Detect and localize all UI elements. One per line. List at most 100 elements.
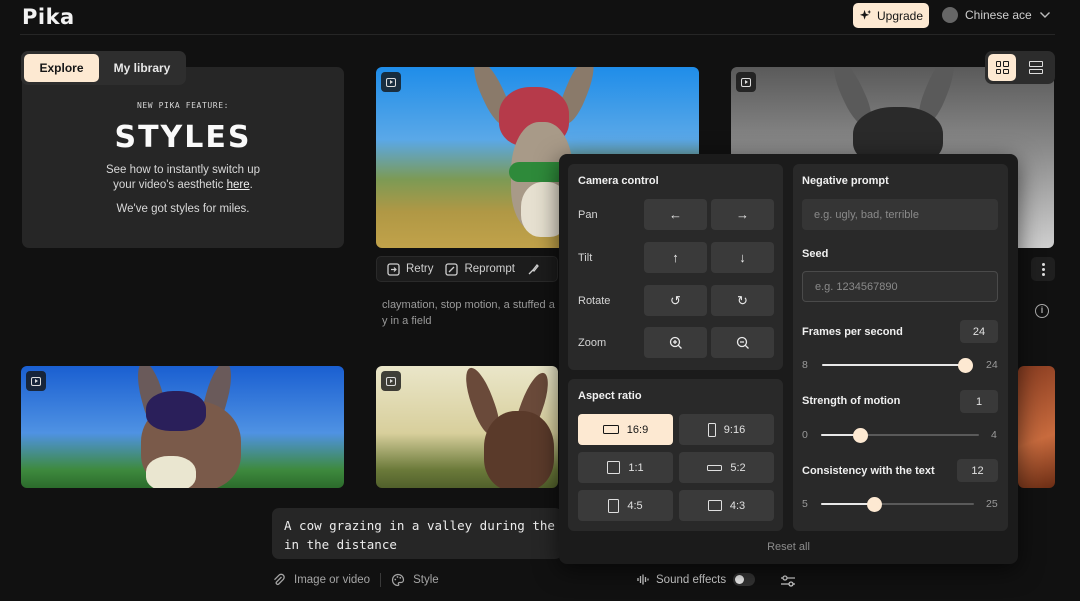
tab-explore[interactable]: Explore (24, 54, 99, 82)
edit-icon (445, 262, 459, 276)
ratio-9-16-icon (707, 422, 716, 437)
fps-title: Frames per second (802, 326, 903, 338)
aspect-1-1-button[interactable]: 1:1 (578, 452, 673, 483)
paperclip-icon[interactable] (272, 573, 286, 587)
list-view-button[interactable] (1022, 54, 1050, 81)
grid-view-button[interactable] (988, 54, 1016, 81)
aspect-16-9-label: 16:9 (626, 423, 649, 436)
aspect-5-2-button[interactable]: 5:2 (679, 452, 774, 483)
rotate-label: Rotate (578, 295, 611, 307)
feature-line-1: See how to instantly switch up (105, 164, 261, 176)
zoom-out-button[interactable] (711, 327, 774, 358)
view-tabs: Explore My library (21, 51, 186, 85)
prompt-input[interactable]: A cow grazing in a valley during the in t… (272, 508, 562, 559)
seed-input[interactable]: e.g. 1234567890 (802, 271, 998, 302)
consistency-slider[interactable] (821, 496, 974, 512)
list-icon (1029, 61, 1043, 74)
fps-slider[interactable] (822, 357, 973, 373)
seed-placeholder: e.g. 1234567890 (815, 280, 898, 293)
feature-line-2: your video's aesthetic here. (22, 178, 344, 193)
feature-description: See how to instantly switch up your vide… (22, 163, 344, 193)
aspect-1-1-label: 1:1 (628, 461, 644, 474)
pan-label: Pan (578, 209, 598, 221)
fps-value[interactable]: 24 (960, 320, 998, 343)
fps-min-label: 8 (802, 359, 808, 371)
ratio-4-5-icon (608, 498, 620, 513)
tools-divider (380, 573, 382, 587)
more-options-button[interactable] (1031, 257, 1055, 281)
motion-slider-knob[interactable] (853, 427, 868, 443)
negative-prompt-placeholder: e.g. ugly, bad, terrible (814, 208, 919, 221)
consistency-value[interactable]: 12 (957, 459, 998, 482)
sound-wave-icon (637, 574, 649, 585)
info-icon[interactable]: i (1035, 304, 1049, 318)
sparkle-icon (859, 9, 872, 20)
retry-label: Retry (406, 263, 434, 275)
tab-my-library[interactable]: My library (103, 54, 181, 82)
video-icon (736, 72, 756, 92)
retry-icon (387, 262, 400, 276)
video-prompt-line-2: y in a field (382, 315, 432, 327)
fps-slider-knob[interactable] (957, 357, 973, 373)
prompt-text-line-1: A cow grazing in a valley during the (284, 518, 555, 533)
camera-control-title: Camera control (578, 175, 659, 187)
grid-icon (995, 61, 1009, 74)
ratio-4-3-icon (707, 500, 722, 511)
reprompt-label: Reprompt (464, 263, 515, 275)
video-icon (381, 72, 401, 92)
user-menu[interactable]: Chinese ace (942, 7, 1051, 23)
pan-left-button[interactable]: ← (644, 199, 707, 230)
retry-button[interactable]: Retry (387, 262, 434, 276)
video-thumbnail[interactable] (1018, 366, 1055, 488)
tilt-down-button[interactable]: ↓ (711, 242, 774, 273)
chevron-down-icon (1039, 12, 1050, 18)
aspect-4-3-label: 4:3 (729, 499, 746, 512)
style-button[interactable]: Style (413, 574, 439, 586)
sound-effects-control: Sound effects (636, 573, 756, 586)
video-thumbnail[interactable] (21, 366, 344, 488)
avatar (942, 7, 958, 23)
image-or-video-button[interactable]: Image or video (294, 574, 370, 586)
aspect-16-9-button[interactable]: 16:9 (578, 414, 673, 445)
sound-effects-label: Sound effects (656, 573, 727, 586)
arrow-right-icon: → (736, 207, 749, 222)
sound-effects-toggle[interactable] (733, 573, 756, 586)
reprompt-button[interactable]: Reprompt (445, 262, 515, 276)
negative-prompt-input[interactable]: e.g. ugly, bad, terrible (802, 199, 998, 230)
upgrade-button[interactable]: Upgrade (853, 3, 929, 28)
upgrade-label: Upgrade (876, 8, 924, 23)
aspect-4-3-button[interactable]: 4:3 (679, 490, 774, 521)
palette-icon[interactable] (391, 573, 405, 587)
video-thumbnail[interactable] (376, 366, 558, 488)
motion-slider[interactable] (821, 427, 979, 443)
arrow-down-icon: ↓ (739, 250, 746, 265)
brush-icon[interactable] (527, 263, 540, 276)
aspect-9-16-button[interactable]: 9:16 (679, 414, 774, 445)
view-toggle (985, 51, 1055, 84)
reset-all-button[interactable]: Reset all (559, 541, 1018, 553)
settings-sliders-icon[interactable] (780, 574, 796, 588)
rotate-ccw-button[interactable]: ↺ (644, 285, 707, 316)
zoom-label: Zoom (578, 337, 607, 349)
aspect-4-5-button[interactable]: 4:5 (578, 490, 673, 521)
rotate-cw-button[interactable]: ↻ (711, 285, 774, 316)
aspect-ratio-title: Aspect ratio (578, 390, 642, 402)
aspect-9-16-label: 9:16 (723, 423, 746, 436)
arrow-up-icon: ↑ (672, 250, 679, 265)
tilt-up-button[interactable]: ↑ (644, 242, 707, 273)
negative-prompt-title: Negative prompt (802, 175, 889, 187)
feature-kicker: NEW PIKA FEATURE: (136, 101, 230, 110)
zoom-in-button[interactable] (644, 327, 707, 358)
arrow-left-icon: ← (669, 207, 682, 222)
feature-here-link[interactable]: here (227, 179, 250, 191)
consistency-max-label: 25 (986, 498, 998, 510)
rotate-cw-icon: ↻ (737, 292, 748, 308)
motion-value[interactable]: 1 (960, 390, 998, 413)
ratio-5-2-icon (707, 464, 723, 471)
motion-min-label: 0 (802, 429, 808, 441)
feature-line-2-end: . (249, 179, 253, 191)
consistency-slider-knob[interactable] (867, 496, 883, 512)
donkey-image (126, 366, 256, 488)
pika-logo[interactable]: Pika (22, 5, 75, 29)
pan-right-button[interactable]: → (711, 199, 774, 230)
